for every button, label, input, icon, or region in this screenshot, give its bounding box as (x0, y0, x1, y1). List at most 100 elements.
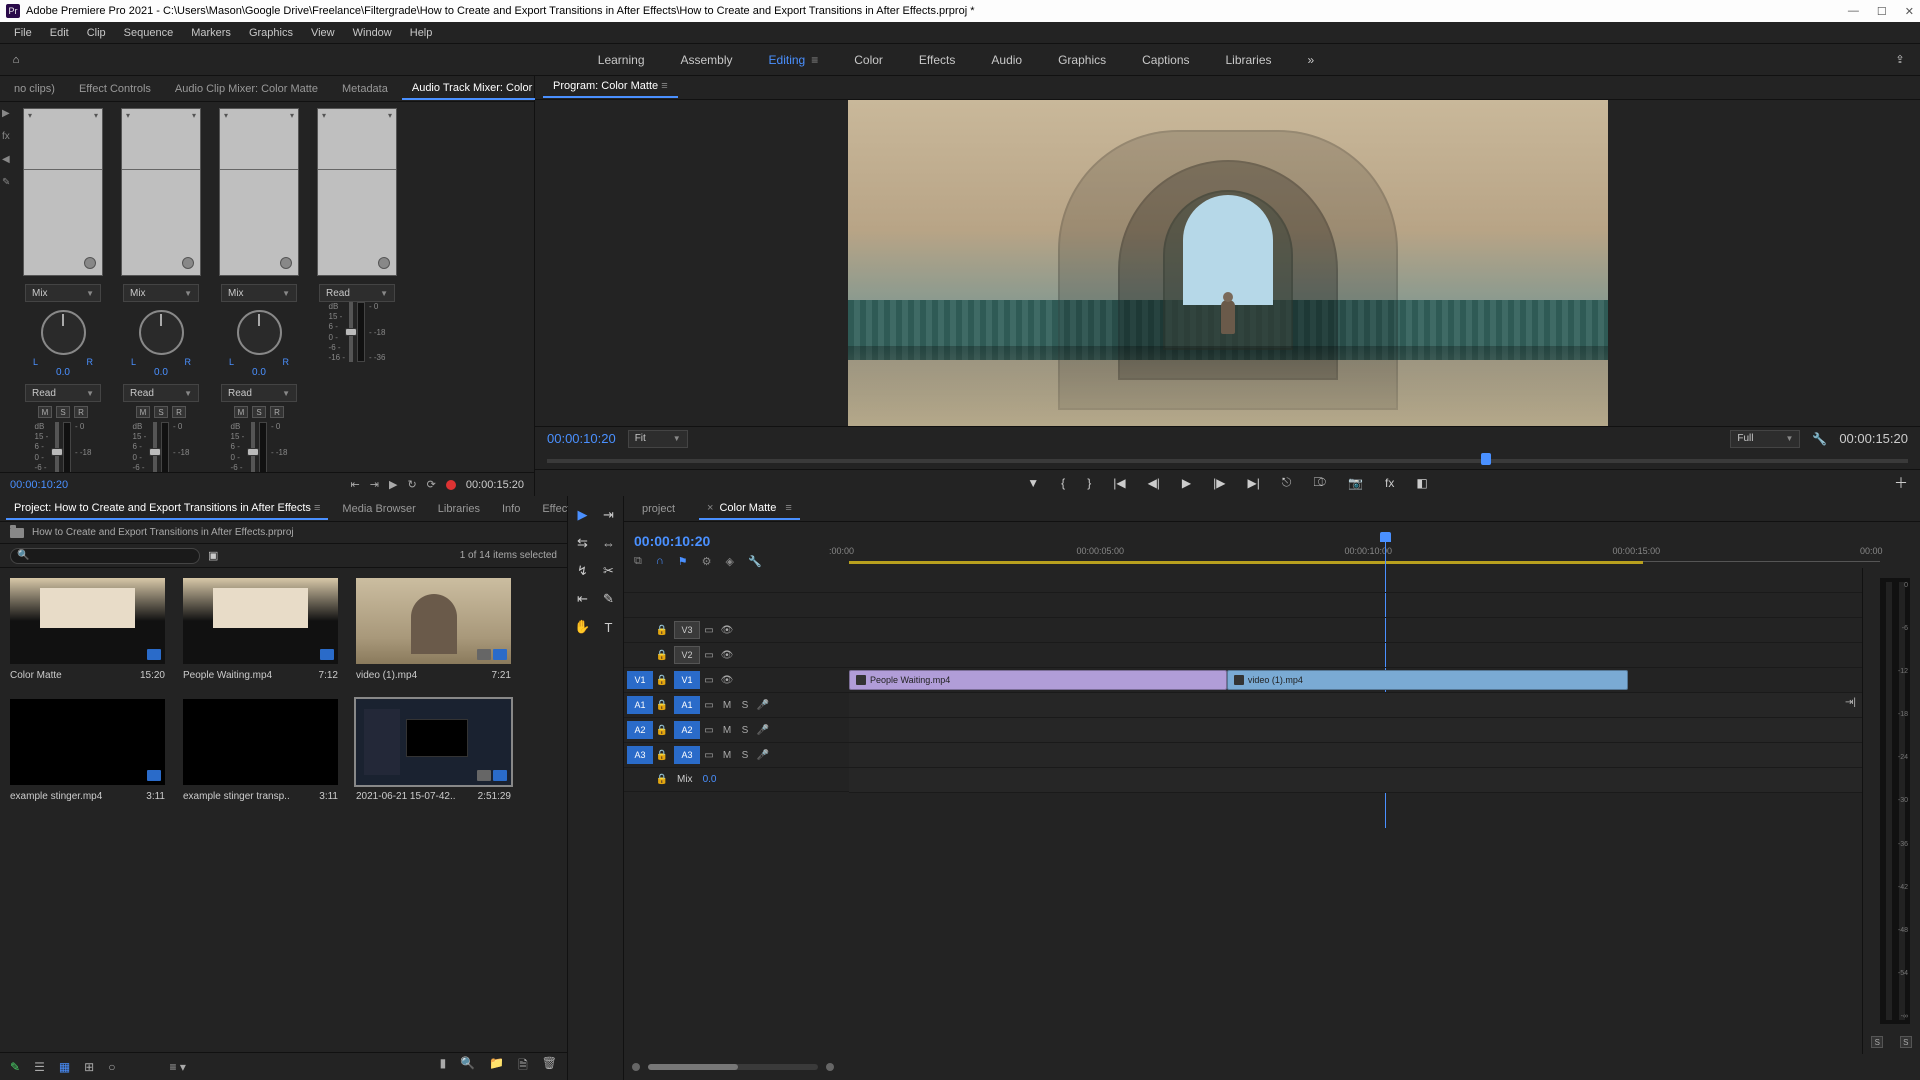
tab-metadata[interactable]: Metadata (332, 79, 398, 99)
program-current-time[interactable]: 00:00:10:20 (547, 431, 616, 446)
master-solo-right[interactable]: S (1900, 1036, 1912, 1048)
eye-icon[interactable]: 👁 (718, 625, 736, 636)
extract-button[interactable]: ⎄ (1313, 475, 1326, 490)
solo-button[interactable]: S (154, 406, 168, 418)
add-marker-button[interactable]: ▼ (1027, 476, 1039, 490)
window-maximize[interactable]: ☐ (1877, 5, 1887, 18)
program-zoom-dropdown[interactable]: Fit▼ (628, 430, 688, 448)
mute-button[interactable]: M (718, 750, 736, 761)
mute-button[interactable]: M (136, 406, 150, 418)
tab-audio-clip-mixer[interactable]: Audio Clip Mixer: Color Matte (165, 79, 328, 99)
mixer-goto-in[interactable]: ⇤ (351, 478, 360, 491)
tab-libraries[interactable]: Libraries (430, 499, 488, 519)
menu-graphics[interactable]: Graphics (241, 25, 301, 41)
sort-menu[interactable]: ≡ ▾ (169, 1060, 185, 1074)
workspace-captions[interactable]: Captions (1142, 53, 1189, 67)
menu-clip[interactable]: Clip (79, 25, 114, 41)
selection-tool[interactable]: ▶ (574, 506, 592, 524)
volume-fader[interactable] (349, 302, 353, 362)
menu-markers[interactable]: Markers (183, 25, 239, 41)
pan-knob[interactable] (41, 310, 86, 355)
lock-icon[interactable]: 🔒 (653, 750, 671, 761)
fx-rack[interactable]: ▾▾ (23, 108, 103, 276)
voiceover-icon[interactable]: 🎤 (754, 700, 772, 711)
program-tab[interactable]: Program: Color Matte ≡ (543, 76, 678, 98)
tab-info[interactable]: Info (494, 499, 528, 519)
lock-icon[interactable]: 🔒 (653, 675, 671, 686)
fx-button[interactable]: fx (1385, 476, 1394, 490)
mixer-record[interactable] (446, 480, 456, 490)
icon-view-button[interactable]: ▦ (59, 1060, 70, 1074)
workspace-assembly[interactable]: Assembly (681, 53, 733, 67)
workspace-graphics[interactable]: Graphics (1058, 53, 1106, 67)
program-settings-icon[interactable]: 🔧 (1812, 432, 1827, 446)
sync-lock-icon[interactable]: ▭ (700, 675, 718, 686)
project-filter-icon[interactable]: ▣ (208, 549, 218, 562)
timeline-zoom-scroll[interactable] (648, 1064, 818, 1070)
mark-in-button[interactable]: { (1061, 476, 1065, 490)
menu-window[interactable]: Window (345, 25, 400, 41)
source-patch[interactable]: A3 (627, 746, 653, 764)
timeline-ruler[interactable]: :00:0000:00:05:0000:00:10:0000:00:15:000… (849, 522, 1880, 568)
mixer-side-collapse[interactable]: ◀ (2, 154, 10, 165)
track-target[interactable]: V2 (674, 646, 700, 664)
clip-thumbnail[interactable]: example stinger transp..3:11 (183, 699, 338, 802)
zoom-out-dot[interactable] (632, 1063, 640, 1071)
tab-media-browser[interactable]: Media Browser (334, 499, 423, 519)
clip-thumbnail[interactable]: video (1).mp47:21 (356, 578, 511, 681)
timeline-snap-toggle[interactable]: ⧉ (634, 555, 642, 568)
timeline-tab-project[interactable]: project (634, 499, 683, 519)
eye-icon[interactable]: 👁 (718, 650, 736, 661)
tab-effect-controls[interactable]: Effect Controls (69, 79, 161, 99)
source-patch[interactable]: A1 (627, 696, 653, 714)
timeline-settings-icon[interactable]: ⚙ (702, 555, 712, 568)
solo-button[interactable]: S (252, 406, 266, 418)
zoom-in-dot[interactable] (826, 1063, 834, 1071)
timeline-marker-toggle[interactable]: ⚑ (678, 555, 688, 568)
track-target[interactable]: V3 (674, 621, 700, 639)
lock-icon[interactable]: 🔒 (653, 625, 671, 636)
automation-dropdown[interactable]: Read▼ (123, 384, 199, 402)
find-button[interactable]: 🔍 (460, 1056, 475, 1077)
rolling-tool[interactable]: ⇔ (600, 534, 618, 552)
type-tool[interactable]: T (600, 618, 618, 636)
mix-dropdown[interactable]: Mix▼ (123, 284, 199, 302)
lift-button[interactable]: ⎋ (1282, 475, 1292, 490)
record-button[interactable]: R (74, 406, 88, 418)
list-view-button[interactable]: ☰ (34, 1060, 45, 1074)
workspace-effects[interactable]: Effects (919, 53, 955, 67)
pan-knob[interactable] (237, 310, 282, 355)
track-target[interactable]: V1 (674, 671, 700, 689)
workspace-learning[interactable]: Learning (598, 53, 645, 67)
lock-icon[interactable]: 🔒 (653, 650, 671, 661)
menu-edit[interactable]: Edit (42, 25, 77, 41)
voiceover-icon[interactable]: 🎤 (754, 725, 772, 736)
lock-icon[interactable]: 🔒 (653, 700, 671, 711)
mute-button[interactable]: M (234, 406, 248, 418)
solo-button[interactable]: S (736, 750, 754, 761)
program-scrubber[interactable] (547, 451, 1908, 469)
tab-project[interactable]: Project: How to Create and Export Transi… (6, 498, 328, 520)
mixer-side-fx[interactable]: fx (2, 131, 10, 142)
mixer-side-edit[interactable]: ✎ (2, 177, 10, 188)
window-close[interactable]: ✕ (1905, 5, 1914, 18)
mark-out-button[interactable]: } (1087, 476, 1091, 490)
source-patch[interactable]: V1 (627, 671, 653, 689)
automation-dropdown[interactable]: Read▼ (319, 284, 395, 302)
mute-button[interactable]: M (718, 725, 736, 736)
window-minimize[interactable]: — (1848, 5, 1859, 18)
workspace-overflow[interactable]: » (1308, 53, 1315, 67)
new-item-button[interactable]: 🗎 (518, 1056, 528, 1077)
track-select-tool[interactable]: ⇥ (600, 506, 618, 524)
play-button[interactable]: ▶ (1182, 476, 1191, 490)
timeline-clip[interactable]: People Waiting.mp4 (849, 670, 1227, 690)
workspace-audio[interactable]: Audio (991, 53, 1022, 67)
menu-view[interactable]: View (303, 25, 343, 41)
automation-dropdown[interactable]: Read▼ (221, 384, 297, 402)
timeline-wrench-icon[interactable]: 🔧 (748, 555, 762, 568)
pen-tool[interactable]: ✎ (600, 590, 618, 608)
export-frame-button[interactable]: 📷 (1348, 476, 1363, 490)
sort-toggle[interactable]: ○ (108, 1060, 115, 1074)
timeline-current-time[interactable]: 00:00:10:20 (634, 533, 849, 549)
clip-thumbnail[interactable]: example stinger.mp43:11 (10, 699, 165, 802)
